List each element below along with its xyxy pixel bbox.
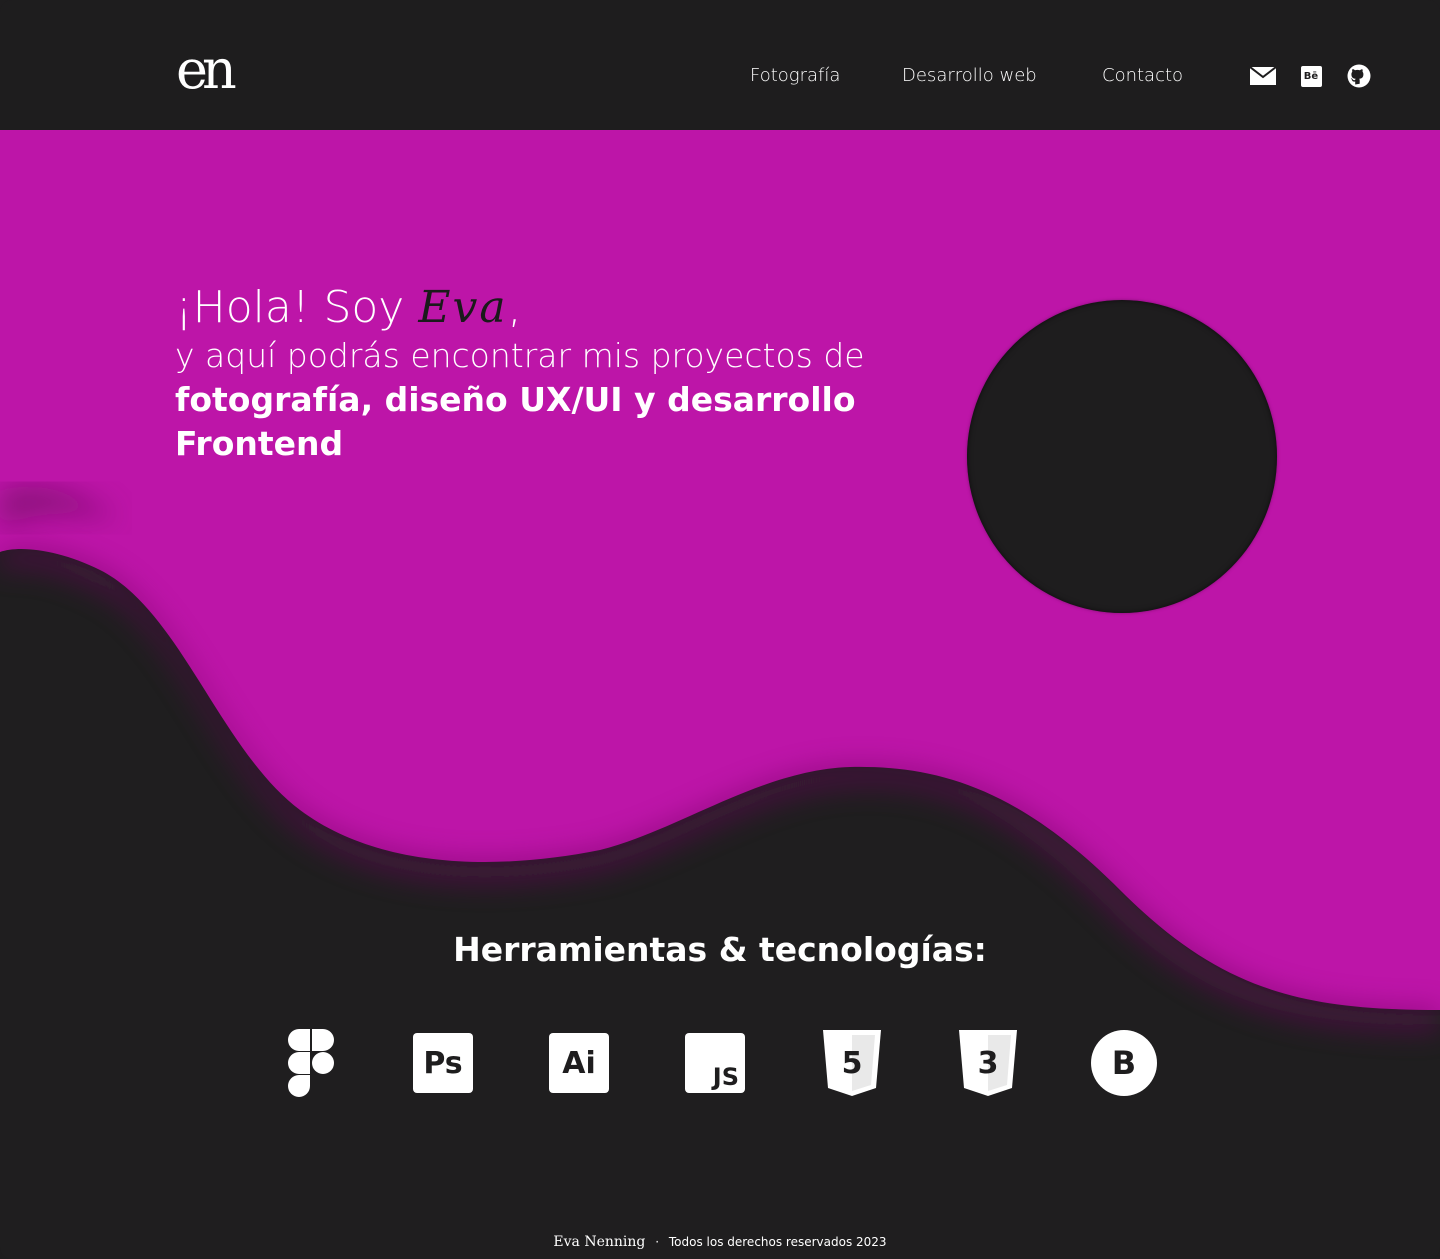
mail-icon[interactable]: [1250, 64, 1276, 88]
site-header: en Fotografía Desarrollo web Contacto Bē: [0, 0, 1440, 130]
footer-signature: Eva Nenning: [553, 1234, 646, 1250]
hero-section: ¡Hola! Soy Eva, y aquí podrás encontrar …: [0, 130, 1440, 1259]
page: en Fotografía Desarrollo web Contacto Bē: [0, 0, 1440, 1259]
nav-link-fotografia[interactable]: Fotografía: [750, 64, 840, 88]
photoshop-icon: Ps: [408, 1028, 478, 1098]
nav-link-contacto[interactable]: Contacto: [1102, 64, 1183, 88]
css3-label: 3: [977, 1045, 999, 1081]
behance-icon[interactable]: Bē: [1298, 64, 1324, 88]
javascript-label: JS: [685, 1033, 745, 1093]
logo[interactable]: en: [176, 40, 237, 100]
illustrator-label: Ai: [549, 1033, 609, 1093]
greeting-line-2: y aquí podrás encontrar mis proyectos de: [175, 336, 865, 375]
greeting-name: Eva: [418, 282, 508, 333]
profile-photo-placeholder: [967, 300, 1277, 613]
footer-separator: ·: [655, 1235, 660, 1249]
photoshop-label: Ps: [413, 1033, 473, 1093]
tools-title: Herramientas & tecnologías:: [453, 930, 987, 969]
illustrator-icon: Ai: [544, 1028, 614, 1098]
figma-icon: [276, 1028, 346, 1098]
github-icon[interactable]: [1346, 64, 1372, 88]
greeting-line-3: fotografía, diseño UX/UI y desarrollo: [175, 380, 856, 419]
bootstrap-icon: B: [1089, 1028, 1159, 1098]
bootstrap-label: B: [1091, 1030, 1157, 1096]
nav-link-desarrollo-web[interactable]: Desarrollo web: [902, 64, 1037, 88]
behance-label: Bē: [1300, 65, 1322, 87]
hero-greeting: ¡Hola! Soy Eva, y aquí podrás encontrar …: [175, 282, 975, 466]
greeting-suffix: ,: [507, 282, 522, 333]
css3-icon: 3: [953, 1028, 1023, 1098]
site-footer: Eva Nenning · Todos los derechos reserva…: [0, 1232, 1440, 1252]
html5-label: 5: [841, 1045, 863, 1081]
greeting-prefix: ¡Hola! Soy: [175, 282, 419, 333]
tools-list: Ps Ai JS 5 3 B: [0, 1028, 1440, 1098]
greeting-line: ¡Hola! Soy Eva,: [175, 282, 975, 334]
html5-icon: 5: [817, 1028, 887, 1098]
greeting-line-4: Frontend: [175, 424, 344, 463]
footer-rights: Todos los derechos reservados 2023: [668, 1235, 887, 1249]
javascript-icon: JS: [680, 1028, 750, 1098]
